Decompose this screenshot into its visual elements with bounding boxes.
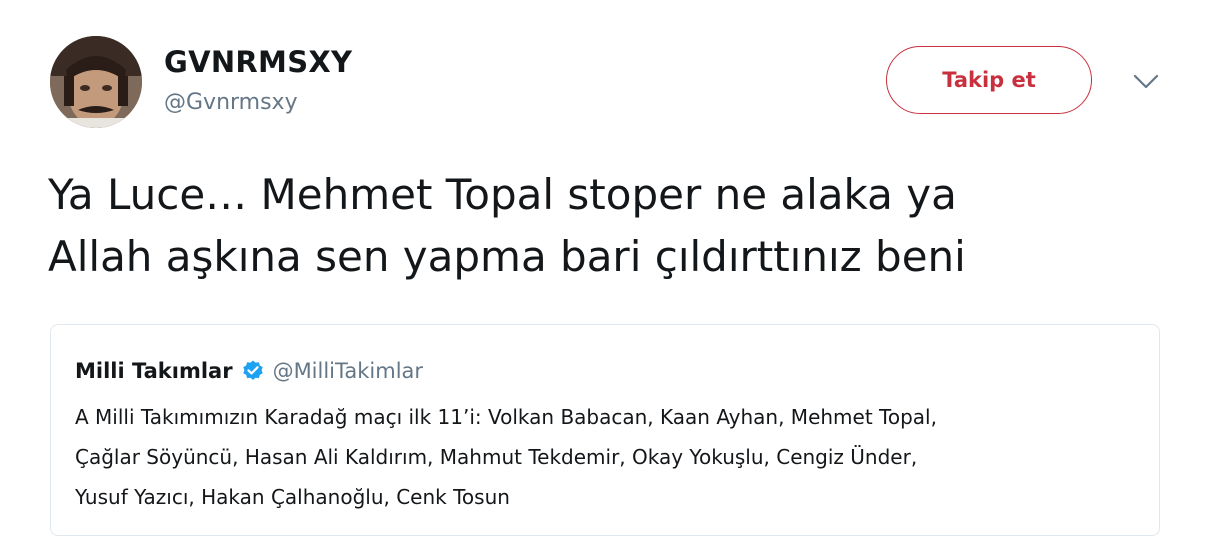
tweet: GVNRMSXY @Gvnrmsxy Takip et Ya Luce… Meh…: [0, 0, 1227, 555]
verified-badge-icon: [241, 359, 265, 383]
tweet-text-line: Allah aşkına sen yapma bari çıldırttınız…: [48, 232, 966, 281]
quoted-author-screen-name[interactable]: @MilliTakimlar: [273, 359, 423, 383]
quoted-text-line: A Milli Takımımızın Karadağ maçı ilk 11’…: [75, 405, 937, 429]
chevron-down-icon[interactable]: [1131, 70, 1161, 92]
author-screen-name[interactable]: @Gvnrmsxy: [164, 88, 352, 118]
quoted-tweet-header: Milli Takımlar @MilliTakimlar: [75, 359, 423, 383]
user-avatar[interactable]: [50, 36, 142, 128]
quoted-tweet-text: A Milli Takımımızın Karadağ maçı ilk 11’…: [75, 397, 1145, 517]
author-display-name[interactable]: GVNRMSXY: [164, 44, 352, 80]
quoted-tweet-card[interactable]: Milli Takımlar @MilliTakimlar A Milli Ta…: [50, 324, 1160, 536]
tweet-text: Ya Luce… Mehmet Topal stoper ne alaka ya…: [48, 164, 1168, 288]
user-info[interactable]: GVNRMSXY @Gvnrmsxy: [164, 44, 352, 118]
quoted-text-line: Yusuf Yazıcı, Hakan Çalhanoğlu, Cenk Tos…: [75, 485, 510, 509]
avatar-photo-icon: [50, 36, 142, 128]
quoted-author-name[interactable]: Milli Takımlar: [75, 359, 233, 383]
tweet-text-line: Ya Luce… Mehmet Topal stoper ne alaka ya: [48, 170, 957, 219]
quoted-text-line: Çağlar Söyüncü, Hasan Ali Kaldırım, Mahm…: [75, 445, 918, 469]
follow-button[interactable]: Takip et: [886, 46, 1092, 114]
